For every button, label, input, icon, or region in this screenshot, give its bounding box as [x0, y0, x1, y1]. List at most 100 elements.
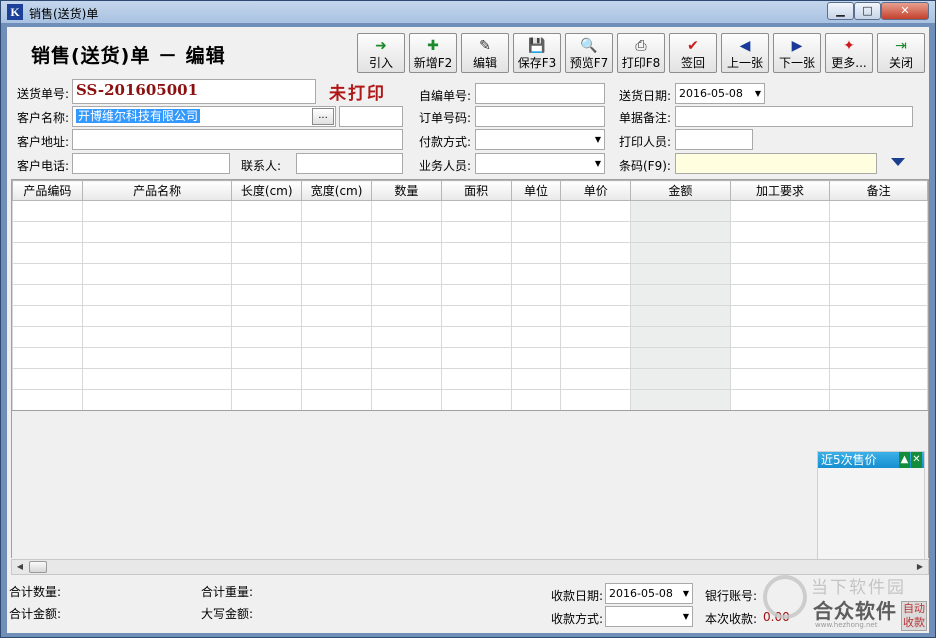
table-cell[interactable] — [12, 242, 83, 264]
table-row[interactable] — [12, 263, 928, 285]
table-cell[interactable] — [440, 347, 512, 369]
print-button[interactable]: ⎙ 打印F8 — [617, 33, 665, 73]
table-cell[interactable] — [729, 305, 831, 327]
table-cell[interactable] — [829, 284, 928, 306]
table-row[interactable] — [12, 200, 928, 222]
table-cell[interactable] — [829, 221, 928, 243]
table-cell[interactable] — [829, 347, 928, 369]
table-cell[interactable] — [829, 368, 928, 390]
table-cell[interactable] — [829, 389, 928, 410]
table-cell[interactable] — [510, 221, 562, 243]
table-cell[interactable] — [510, 368, 562, 390]
table-cell[interactable] — [729, 263, 831, 285]
customer-lookup-button[interactable]: ... — [312, 108, 334, 125]
customer-code-field[interactable] — [339, 106, 403, 127]
column-header[interactable]: 单价 — [560, 180, 632, 201]
next-button[interactable]: ▶ 下一张 — [773, 33, 821, 73]
column-header[interactable]: 面积 — [440, 180, 512, 201]
table-cell[interactable] — [560, 221, 632, 243]
table-cell[interactable] — [630, 200, 731, 222]
table-cell[interactable] — [729, 221, 831, 243]
close-button[interactable]: ⇥ 关闭 — [877, 33, 925, 73]
table-cell[interactable] — [510, 389, 562, 410]
table-row[interactable] — [12, 389, 928, 410]
table-cell[interactable] — [301, 284, 373, 306]
table-cell[interactable] — [729, 368, 831, 390]
product-grid[interactable]: 产品编码 产品名称 长度(cm) 宽度(cm) 数量 面积 单位 单价 金额 加工要求 备注 — [11, 179, 929, 411]
table-cell[interactable] — [371, 389, 442, 410]
table-cell[interactable] — [510, 263, 562, 285]
receipt-method-select[interactable] — [605, 606, 693, 627]
table-cell[interactable] — [510, 347, 562, 369]
table-cell[interactable] — [81, 284, 233, 306]
table-cell[interactable] — [829, 200, 928, 222]
table-cell[interactable] — [81, 200, 233, 222]
table-cell[interactable] — [301, 389, 373, 410]
table-cell[interactable] — [510, 305, 562, 327]
edit-button[interactable]: ✎ 编辑 — [461, 33, 509, 73]
table-cell[interactable] — [371, 221, 442, 243]
table-cell[interactable] — [231, 263, 303, 285]
table-cell[interactable] — [440, 200, 512, 222]
table-cell[interactable] — [81, 263, 233, 285]
column-header[interactable]: 加工要求 — [729, 180, 831, 201]
barcode-field[interactable] — [675, 153, 877, 174]
table-cell[interactable] — [630, 284, 731, 306]
table-row[interactable] — [12, 305, 928, 327]
table-cell[interactable] — [231, 326, 303, 348]
sign-back-button[interactable]: ✔ 签回 — [669, 33, 717, 73]
customer-name-field[interactable]: 开博维尔科技有限公司 — [72, 106, 336, 127]
table-cell[interactable] — [301, 242, 373, 264]
table-cell[interactable] — [12, 326, 83, 348]
table-cell[interactable] — [560, 284, 632, 306]
minimize-button[interactable]: ▁ — [827, 2, 854, 20]
collapse-icon[interactable]: ▲ — [899, 452, 910, 468]
table-cell[interactable] — [12, 200, 83, 222]
table-cell[interactable] — [510, 284, 562, 306]
po-number-field[interactable] — [475, 106, 605, 127]
table-cell[interactable] — [440, 326, 512, 348]
table-cell[interactable] — [630, 347, 731, 369]
save-button[interactable]: 💾 保存F3 — [513, 33, 561, 73]
table-cell[interactable] — [510, 242, 562, 264]
table-cell[interactable] — [560, 200, 632, 222]
table-row[interactable] — [12, 347, 928, 369]
table-cell[interactable] — [829, 305, 928, 327]
column-header[interactable]: 备注 — [829, 180, 928, 201]
contact-field[interactable] — [296, 153, 403, 174]
scroll-left-icon[interactable]: ◀ — [12, 560, 28, 574]
table-cell[interactable] — [729, 200, 831, 222]
expand-triangle-icon[interactable] — [891, 158, 905, 166]
table-row[interactable] — [12, 368, 928, 390]
table-cell[interactable] — [510, 326, 562, 348]
table-cell[interactable] — [12, 284, 83, 306]
table-cell[interactable] — [371, 305, 442, 327]
table-cell[interactable] — [560, 242, 632, 264]
table-cell[interactable] — [560, 368, 632, 390]
printed-by-field[interactable] — [675, 129, 753, 150]
close-window-button[interactable]: ✕ — [881, 2, 929, 20]
maximize-button[interactable]: □ — [854, 2, 881, 20]
import-button[interactable]: ➜ 引入 — [357, 33, 405, 73]
table-cell[interactable] — [440, 389, 512, 410]
table-cell[interactable] — [231, 368, 303, 390]
table-cell[interactable] — [440, 368, 512, 390]
more-button[interactable]: ✦ 更多... — [825, 33, 873, 73]
table-cell[interactable] — [729, 326, 831, 348]
table-cell[interactable] — [729, 347, 831, 369]
customer-phone-field[interactable] — [72, 153, 230, 174]
table-cell[interactable] — [231, 221, 303, 243]
table-row[interactable] — [12, 284, 928, 306]
table-cell[interactable] — [829, 326, 928, 348]
self-no-field[interactable] — [475, 83, 605, 104]
new-button[interactable]: ✚ 新增F2 — [409, 33, 457, 73]
column-header[interactable]: 产品编码 — [12, 180, 83, 201]
table-cell[interactable] — [231, 200, 303, 222]
horizontal-scrollbar[interactable]: ◀ ▶ — [11, 559, 929, 575]
table-cell[interactable] — [829, 242, 928, 264]
payment-method-select[interactable] — [475, 129, 605, 150]
table-row[interactable] — [12, 221, 928, 243]
table-cell[interactable] — [630, 368, 731, 390]
table-cell[interactable] — [440, 242, 512, 264]
table-cell[interactable] — [560, 305, 632, 327]
